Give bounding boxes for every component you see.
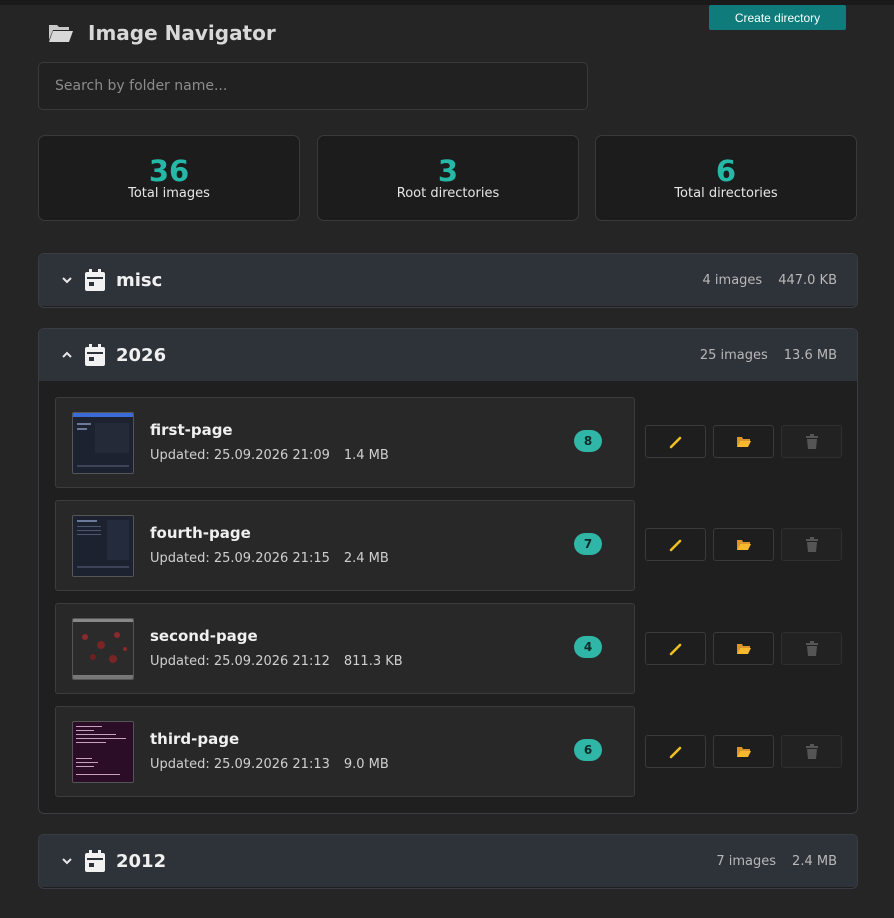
folder-name: third-page xyxy=(150,730,240,748)
group-image-count: 25 images xyxy=(699,347,768,363)
stat-total-directories: 6 Total directories xyxy=(595,135,857,221)
calendar-icon xyxy=(85,850,105,872)
app-header: Image Navigator xyxy=(48,21,276,45)
updated-date: Updated: 25.09.2026 21:15 xyxy=(150,551,330,566)
trash-icon xyxy=(805,640,818,656)
chevron-down-icon xyxy=(62,858,72,865)
folder-size: 2.4 MB xyxy=(343,551,389,566)
edit-button[interactable] xyxy=(645,735,706,768)
app-title: Image Navigator xyxy=(88,21,276,45)
folder-name: second-page xyxy=(150,627,258,645)
trash-icon xyxy=(805,433,818,449)
image-folder-row[interactable]: third-page Updated: 25.09.2026 21:13 9.0 … xyxy=(55,706,635,797)
open-folder-button[interactable] xyxy=(713,632,774,665)
group-size: 13.6 MB xyxy=(783,347,837,363)
group-image-count: 7 images xyxy=(716,853,777,869)
folder-open-icon xyxy=(736,746,751,757)
stat-label: Root directories xyxy=(396,185,500,201)
stat-value: 3 xyxy=(437,153,459,188)
folder-thumbnail xyxy=(72,618,134,680)
edit-button[interactable] xyxy=(645,425,706,458)
folder-meta: Updated: 25.09.2026 21:09 1.4 MB xyxy=(150,448,389,463)
image-folder-row[interactable]: fourth-page Updated: 25.09.2026 21:15 2.4… xyxy=(55,500,635,591)
trash-icon xyxy=(805,743,818,759)
directory-group-2012: 2012 7 images 2.4 MB xyxy=(38,834,858,889)
image-count-badge: 6 xyxy=(574,739,602,761)
calendar-icon xyxy=(85,344,105,366)
image-folder-row[interactable]: first-page Updated: 25.09.2026 21:09 1.4 … xyxy=(55,397,635,488)
folder-thumbnail xyxy=(72,515,134,577)
folder-open-icon xyxy=(736,643,751,654)
group-name: misc xyxy=(116,269,163,291)
group-size: 447.0 KB xyxy=(778,272,837,288)
image-count-badge: 4 xyxy=(574,636,602,658)
folder-thumbnail xyxy=(72,721,134,783)
folder-meta: Updated: 25.09.2026 21:15 2.4 MB xyxy=(150,551,389,566)
image-count-badge: 7 xyxy=(574,533,602,555)
group-header-misc[interactable]: misc 4 images 447.0 KB xyxy=(39,254,857,306)
delete-button[interactable] xyxy=(781,632,842,665)
pencil-icon xyxy=(669,746,681,758)
stat-label: Total images xyxy=(128,185,210,201)
folder-thumbnail xyxy=(72,412,134,474)
group-size: 2.4 MB xyxy=(792,853,837,869)
directory-group-misc: misc 4 images 447.0 KB xyxy=(38,253,858,308)
group-header-2012[interactable]: 2012 7 images 2.4 MB xyxy=(39,835,857,887)
pencil-icon xyxy=(669,643,681,655)
folder-open-icon xyxy=(49,25,73,42)
stat-root-directories: 3 Root directories xyxy=(317,135,579,221)
trash-icon xyxy=(805,536,818,552)
image-count-badge: 8 xyxy=(574,430,602,452)
folder-open-icon xyxy=(736,539,751,550)
open-folder-button[interactable] xyxy=(713,425,774,458)
stat-value: 36 xyxy=(148,153,190,188)
delete-button[interactable] xyxy=(781,735,842,768)
updated-date: Updated: 25.09.2026 21:09 xyxy=(150,448,330,463)
chevron-up-icon xyxy=(62,351,72,358)
pencil-icon xyxy=(669,539,681,551)
directory-group-2026: 2026 25 images 13.6 MB first-page Update… xyxy=(38,328,858,814)
pencil-icon xyxy=(669,436,681,448)
group-name: 2012 xyxy=(116,850,167,872)
folder-size: 811.3 KB xyxy=(343,654,403,669)
updated-date: Updated: 25.09.2026 21:12 xyxy=(150,654,330,669)
stat-total-images: 36 Total images xyxy=(38,135,300,221)
calendar-icon xyxy=(85,269,105,291)
stat-label: Total directories xyxy=(674,185,778,201)
search-placeholder: Search by folder name... xyxy=(55,78,228,94)
open-folder-button[interactable] xyxy=(713,735,774,768)
stat-value: 6 xyxy=(715,153,737,188)
updated-date: Updated: 25.09.2026 21:13 xyxy=(150,757,330,772)
create-directory-button[interactable]: Create directory xyxy=(709,5,846,30)
edit-button[interactable] xyxy=(645,632,706,665)
folder-size: 9.0 MB xyxy=(343,757,389,772)
folder-size: 1.4 MB xyxy=(343,448,389,463)
chevron-down-icon xyxy=(62,277,72,284)
image-folder-row[interactable]: second-page Updated: 25.09.2026 21:12 811… xyxy=(55,603,635,694)
search-input[interactable]: Search by folder name... xyxy=(38,62,588,110)
group-name: 2026 xyxy=(116,344,167,366)
group-image-count: 4 images xyxy=(702,272,763,288)
folder-meta: Updated: 25.09.2026 21:12 811.3 KB xyxy=(150,654,403,669)
delete-button[interactable] xyxy=(781,425,842,458)
folder-name: fourth-page xyxy=(150,524,251,542)
folder-open-icon xyxy=(736,436,751,447)
group-header-2026[interactable]: 2026 25 images 13.6 MB xyxy=(39,329,857,381)
edit-button[interactable] xyxy=(645,528,706,561)
open-folder-button[interactable] xyxy=(713,528,774,561)
delete-button[interactable] xyxy=(781,528,842,561)
folder-meta: Updated: 25.09.2026 21:13 9.0 MB xyxy=(150,757,389,772)
folder-name: first-page xyxy=(150,421,233,439)
